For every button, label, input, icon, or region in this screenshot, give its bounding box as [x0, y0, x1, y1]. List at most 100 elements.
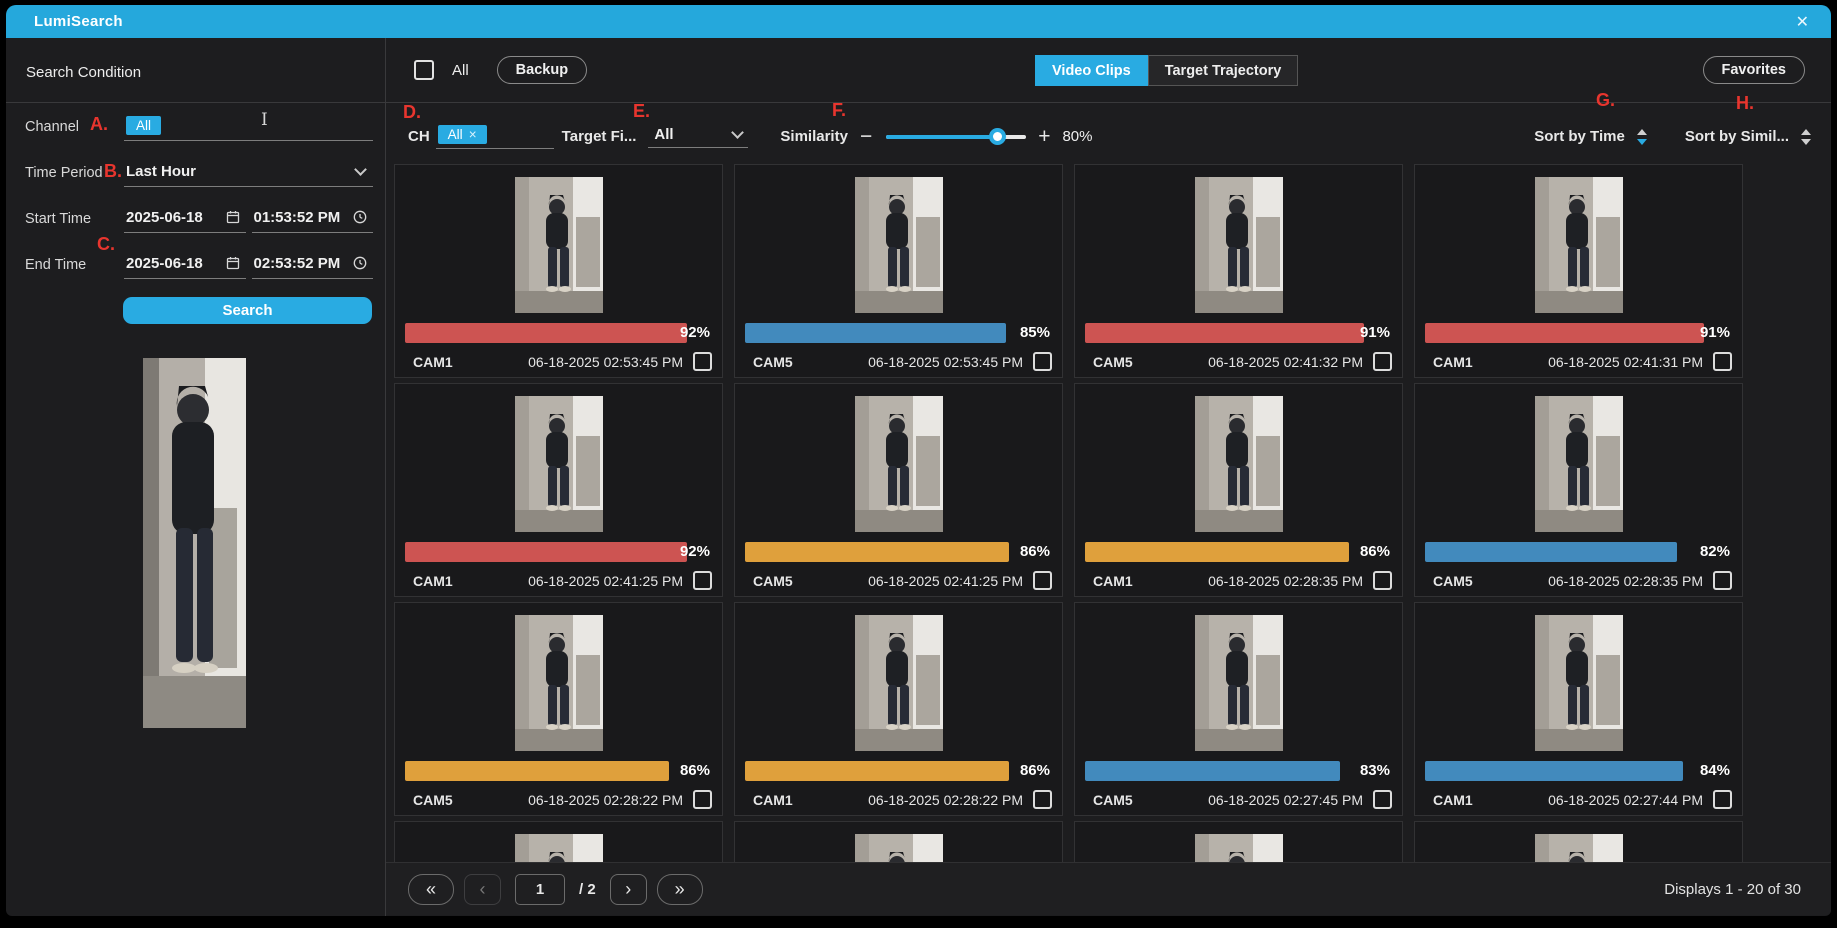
calendar-icon[interactable]	[226, 256, 240, 270]
clip-checkbox[interactable]	[693, 790, 712, 809]
camera-label: CAM5	[753, 573, 793, 589]
slider-thumb[interactable]	[989, 128, 1006, 145]
similarity-bar-row: 85%	[745, 323, 1052, 343]
clip-checkbox[interactable]	[1373, 790, 1392, 809]
similarity-slider[interactable]	[886, 135, 1026, 139]
camera-label: CAM5	[1093, 792, 1133, 808]
sort-asc-icon[interactable]	[1801, 129, 1811, 135]
chip-remove-icon[interactable]: ×	[469, 127, 477, 142]
camera-label: CAM5	[753, 354, 793, 370]
sort-asc-icon[interactable]	[1637, 129, 1647, 135]
timestamp-label: 06-18-2025 02:28:22 PM	[528, 792, 683, 808]
view-tabs: Video Clips Target Trajectory	[1035, 55, 1298, 86]
clip-checkbox[interactable]	[1373, 571, 1392, 590]
time-period-select[interactable]: Last Hour	[124, 159, 373, 187]
time-period-field: Time Period Last Hour	[6, 159, 373, 187]
start-clock-input[interactable]: 01:53:52 PM	[252, 205, 374, 233]
clip-checkbox[interactable]	[1373, 352, 1392, 371]
close-icon[interactable]: ✕	[1796, 12, 1809, 32]
clip-checkbox[interactable]	[1713, 352, 1732, 371]
search-button[interactable]: Search	[123, 297, 372, 324]
result-card[interactable]: 84% CAM1 06-18-2025 02:27:44 PM	[1414, 602, 1743, 816]
similarity-bar	[405, 761, 669, 781]
camera-label: CAM1	[1433, 792, 1473, 808]
calendar-icon[interactable]	[226, 210, 240, 224]
result-card[interactable]: 86% CAM5 06-18-2025 02:28:22 PM	[394, 602, 723, 816]
backup-button[interactable]: Backup	[497, 56, 587, 84]
clip-thumbnail	[1535, 396, 1623, 532]
result-card[interactable]: 91% CAM1 06-18-2025 02:41:31 PM	[1414, 164, 1743, 378]
timestamp-label: 06-18-2025 02:41:32 PM	[1208, 354, 1363, 370]
clip-thumbnail	[1535, 177, 1623, 313]
select-all-checkbox[interactable]	[414, 60, 434, 80]
end-date-input[interactable]: 2025-06-18	[124, 251, 246, 279]
similarity-value: 80%	[1062, 128, 1092, 145]
clip-checkbox[interactable]	[1713, 790, 1732, 809]
clip-checkbox[interactable]	[1713, 571, 1732, 590]
target-filter-select[interactable]: All	[648, 126, 748, 148]
result-card[interactable]: 85% CAM5 06-18-2025 02:53:45 PM	[734, 164, 1063, 378]
clip-checkbox[interactable]	[693, 571, 712, 590]
result-card[interactable]: 82% CAM5 06-18-2025 02:28:35 PM	[1414, 383, 1743, 597]
next-page-button[interactable]: ›	[610, 874, 647, 905]
current-page-input[interactable]: 1	[515, 874, 565, 905]
chevron-down-icon	[732, 126, 745, 139]
clip-thumbnail	[515, 615, 603, 751]
sort-desc-icon[interactable]	[1637, 139, 1647, 145]
tab-video-clips[interactable]: Video Clips	[1035, 55, 1148, 86]
channel-chip[interactable]: All	[126, 116, 161, 135]
result-card[interactable]	[1074, 821, 1403, 862]
first-page-button[interactable]: «	[408, 874, 454, 905]
result-card[interactable]	[394, 821, 723, 862]
annotation-e: E.	[633, 101, 650, 122]
ch-filter-chip[interactable]: All×	[438, 125, 487, 144]
clip-thumbnail	[1195, 396, 1283, 532]
prev-page-button[interactable]: ‹	[464, 874, 501, 905]
favorites-button[interactable]: Favorites	[1703, 56, 1805, 84]
result-card[interactable]: 91% CAM5 06-18-2025 02:41:32 PM	[1074, 164, 1403, 378]
sort-by-time[interactable]: Sort by Time	[1534, 128, 1647, 145]
similarity-bar	[745, 542, 1009, 562]
start-date-input[interactable]: 2025-06-18	[124, 205, 246, 233]
result-card[interactable]: 86% CAM1 06-18-2025 02:28:35 PM	[1074, 383, 1403, 597]
plus-icon[interactable]: +	[1038, 127, 1050, 147]
timestamp-label: 06-18-2025 02:41:31 PM	[1548, 354, 1703, 370]
last-page-button[interactable]: »	[657, 874, 703, 905]
clock-icon[interactable]	[353, 210, 367, 224]
camera-label: CAM1	[413, 354, 453, 370]
result-card[interactable]: 92% CAM1 06-18-2025 02:41:25 PM	[394, 383, 723, 597]
clip-checkbox[interactable]	[1033, 571, 1052, 590]
timestamp-label: 06-18-2025 02:41:25 PM	[528, 573, 683, 589]
tab-target-trajectory[interactable]: Target Trajectory	[1148, 55, 1299, 86]
target-filter-value: All	[654, 126, 673, 143]
sort-desc-icon[interactable]	[1801, 139, 1811, 145]
similarity-bar	[745, 761, 1009, 781]
similarity-label: Similarity	[780, 128, 848, 145]
clip-checkbox[interactable]	[1033, 352, 1052, 371]
clip-thumbnail	[855, 615, 943, 751]
annotation-a: A.	[90, 114, 108, 135]
clip-checkbox[interactable]	[693, 352, 712, 371]
channel-input[interactable]: All	[124, 113, 373, 141]
clip-thumbnail	[515, 177, 603, 313]
result-card[interactable]: 86% CAM1 06-18-2025 02:28:22 PM	[734, 602, 1063, 816]
result-card[interactable]: 83% CAM5 06-18-2025 02:27:45 PM	[1074, 602, 1403, 816]
annotation-f: F.	[832, 100, 846, 121]
similarity-bar-row: 82%	[1425, 542, 1732, 562]
timestamp-label: 06-18-2025 02:27:45 PM	[1208, 792, 1363, 808]
result-card[interactable]: 86% CAM5 06-18-2025 02:41:25 PM	[734, 383, 1063, 597]
sort-by-similarity[interactable]: Sort by Simil...	[1685, 128, 1811, 145]
clock-icon[interactable]	[353, 256, 367, 270]
clip-checkbox[interactable]	[1033, 790, 1052, 809]
result-card[interactable]	[734, 821, 1063, 862]
clip-thumbnail	[515, 834, 603, 862]
timestamp-label: 06-18-2025 02:28:22 PM	[868, 792, 1023, 808]
minus-icon[interactable]: −	[860, 127, 872, 147]
ch-filter-input[interactable]: All×	[436, 125, 554, 149]
similarity-percent: 86%	[1020, 542, 1050, 562]
results-grid: 92% CAM1 06-18-2025 02:53:45 PM 85%	[386, 156, 1831, 862]
end-clock-input[interactable]: 02:53:52 PM	[252, 251, 374, 279]
result-card[interactable]	[1414, 821, 1743, 862]
result-card[interactable]: 92% CAM1 06-18-2025 02:53:45 PM	[394, 164, 723, 378]
similarity-percent: 82%	[1700, 542, 1730, 562]
